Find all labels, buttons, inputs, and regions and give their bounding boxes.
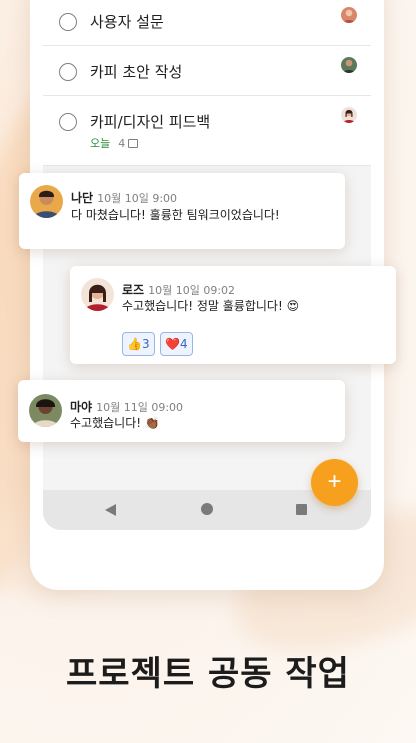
reaction-count: 3 (141, 337, 150, 351)
reaction-count: 4 (179, 337, 188, 351)
comment-header: 로즈 10월 10일 09:02 (122, 279, 235, 298)
comment-author: 나단 (71, 191, 94, 205)
comment-header: 나단 10월 10일 9:00 (71, 187, 177, 206)
back-icon[interactable] (105, 504, 116, 516)
task-checkbox[interactable] (59, 13, 77, 31)
task-item[interactable]: 카피 초안 작성 (43, 45, 371, 96)
comment-author: 로즈 (122, 283, 145, 297)
comment-card: 로즈 10월 10일 09:02 수고했습니다! 정말 훌륭합니다! 😍 👍3 ❤… (70, 266, 396, 364)
assignee-avatar (341, 57, 357, 73)
thumbs-up-icon: 👍 (127, 337, 142, 351)
due-date: 오늘 (90, 137, 111, 150)
comment-card: 마야 10월 11일 09:00 수고했습니다! 👏🏾 (18, 380, 345, 442)
comment-date: 10월 10일 9:00 (97, 192, 178, 205)
page-headline: 프로젝트 공동 작업 (66, 654, 350, 694)
comment-date: 10월 11일 09:00 (96, 401, 184, 414)
avatar (30, 185, 63, 218)
app-screen: 사용자 설문 카피 초안 작성 카피/디자인 피드백 오늘 4 (43, 0, 371, 530)
reaction-heart[interactable]: ❤️4 (160, 332, 193, 356)
comment-author: 마야 (70, 400, 93, 414)
recent-apps-icon[interactable] (296, 504, 307, 515)
comment-count: 4 (118, 137, 126, 150)
home-icon[interactable] (201, 503, 213, 515)
comment-text: 다 마쳤습니다! 훌륭한 팀워크이었습니다! (71, 208, 280, 222)
task-meta: 오늘 4 (90, 135, 139, 151)
task-title: 카피/디자인 피드백 (90, 113, 211, 131)
avatar (29, 394, 62, 427)
comment-header: 마야 10월 11일 09:00 (70, 396, 183, 415)
comment-date: 10월 10일 09:02 (148, 284, 236, 297)
task-item[interactable]: 사용자 설문 (43, 0, 371, 46)
comment-text: 수고했습니다! 👏🏾 (70, 416, 160, 430)
avatar (81, 278, 114, 311)
comment-card: 나단 10월 10일 9:00 다 마쳤습니다! 훌륭한 팀워크이었습니다! (19, 173, 345, 249)
heart-icon: ❤️ (165, 337, 180, 351)
comment-icon (128, 139, 139, 148)
reaction-thumbs-up[interactable]: 👍3 (122, 332, 155, 356)
task-list: 사용자 설문 카피 초안 작성 카피/디자인 피드백 오늘 4 (43, 0, 371, 166)
task-item[interactable]: 카피/디자인 피드백 오늘 4 (43, 95, 371, 166)
add-task-button[interactable]: + (311, 459, 358, 506)
task-checkbox[interactable] (59, 63, 77, 81)
task-title: 사용자 설문 (90, 13, 164, 31)
task-title: 카피 초안 작성 (90, 63, 183, 81)
assignee-avatar (341, 107, 357, 123)
comment-text: 수고했습니다! 정말 훌륭합니다! 😍 (122, 299, 300, 313)
task-checkbox[interactable] (59, 113, 77, 131)
assignee-avatar (341, 7, 357, 23)
